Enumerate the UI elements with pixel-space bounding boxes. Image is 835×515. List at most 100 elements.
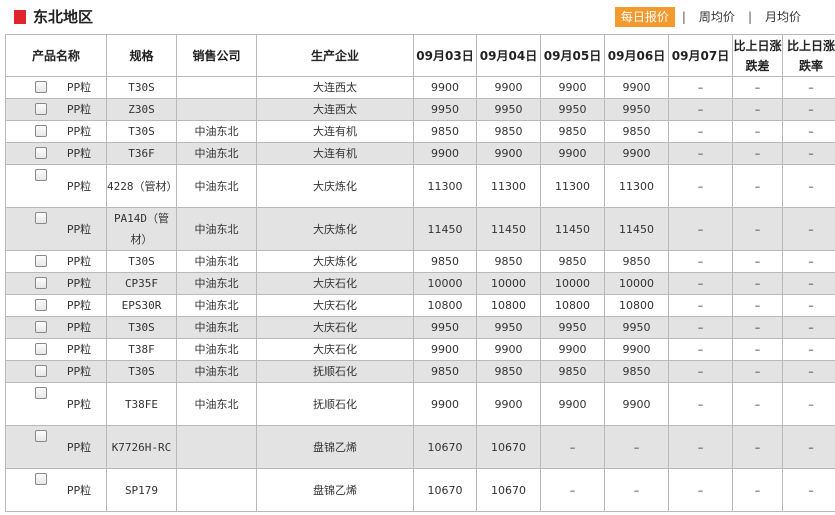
cell-spec: T30S — [106, 316, 177, 339]
row-checkbox[interactable] — [35, 343, 47, 355]
cell-price-0906: 9850 — [604, 360, 669, 383]
cell-price-0907: – — [668, 468, 733, 512]
cell-sales-company — [176, 425, 257, 469]
row-checkbox[interactable] — [35, 430, 47, 442]
row-checkbox[interactable] — [35, 103, 47, 115]
cell-change-diff: – — [732, 98, 783, 121]
cell-change-rate: – — [782, 316, 835, 339]
tab-monthly-average[interactable]: 月均价 — [759, 7, 807, 27]
cell-product: PP粒 — [5, 164, 107, 208]
row-checkbox[interactable] — [35, 147, 47, 159]
cell-producer: 盘锦乙烯 — [256, 468, 414, 512]
tab-daily-quote[interactable]: 每日报价 — [614, 7, 675, 27]
row-checkbox[interactable] — [35, 321, 47, 333]
cell-price-0907: – — [668, 76, 733, 99]
cell-price-0906: 9850 — [604, 120, 669, 143]
cell-change-diff: – — [732, 120, 783, 143]
product-name: PP粒 — [66, 179, 92, 193]
cell-price-0904: 11300 — [476, 164, 541, 208]
cell-product: PP粒 — [5, 316, 107, 339]
cell-price-0906: – — [604, 425, 669, 469]
cell-sales-company — [176, 468, 257, 512]
cell-price-0903: 9950 — [413, 316, 477, 339]
cell-sales-company: 中油东北 — [176, 250, 257, 273]
cell-change-rate: – — [782, 98, 835, 121]
cell-price-0907: – — [668, 98, 733, 121]
cell-sales-company: 中油东北 — [176, 142, 257, 165]
cell-price-0903: 10800 — [413, 294, 477, 317]
cell-price-0906: 10800 — [604, 294, 669, 317]
cell-price-0907: – — [668, 360, 733, 383]
header-spec: 规格 — [106, 34, 177, 77]
product-name: PP粒 — [66, 321, 92, 334]
table-body: PP粒 T30S 大连西太 9900 9900 9900 9900– – – PP粒 Z30S 大连西… — [5, 76, 835, 512]
region-header: 东北地区 每日报价 | 周均价 | 月均价 — [0, 0, 835, 34]
cell-price-0906: 11450 — [604, 207, 669, 251]
cell-producer: 大庆石化 — [256, 272, 414, 295]
row-checkbox[interactable] — [35, 212, 47, 224]
cell-change-diff: – — [732, 316, 783, 339]
cell-price-0907: – — [668, 120, 733, 143]
cell-change-diff: – — [732, 294, 783, 317]
cell-change-rate: – — [782, 425, 835, 469]
cell-price-0906: 10000 — [604, 272, 669, 295]
cell-price-0905: 9850 — [540, 250, 605, 273]
row-checkbox[interactable] — [35, 387, 47, 399]
cell-change-rate: – — [782, 120, 835, 143]
cell-price-0905: – — [540, 468, 605, 512]
cell-price-0904: 10670 — [476, 425, 541, 469]
product-name: PP粒 — [66, 103, 92, 116]
cell-sales-company: 中油东北 — [176, 164, 257, 208]
product-name: PP粒 — [66, 299, 92, 312]
header-date-0907: 09月07日 — [668, 34, 733, 77]
cell-change-diff: – — [732, 76, 783, 99]
cell-product: PP粒 — [5, 98, 107, 121]
table-row: PP粒 SP179 盘锦乙烯 10670 10670– – – – – — [5, 468, 835, 512]
table-row: PP粒 T36F 中油东北 大连有机 9900 9900 9900 9900– – – — [5, 142, 835, 165]
table-row: PP粒 PA14D（管材） 中油东北 大庆炼化 11450 11450 11450 11450… — [5, 207, 835, 251]
row-checkbox[interactable] — [35, 365, 47, 377]
cell-producer: 大连西太 — [256, 76, 414, 99]
red-square-icon — [14, 10, 26, 24]
table-row: PP粒 K7726H-RC 盘锦乙烯 10670 10670– – – – – — [5, 425, 835, 469]
cell-product: PP粒 — [5, 120, 107, 143]
row-checkbox[interactable] — [35, 277, 47, 289]
cell-sales-company: 中油东北 — [176, 272, 257, 295]
cell-price-0904: 10800 — [476, 294, 541, 317]
cell-price-0904: 9850 — [476, 360, 541, 383]
row-checkbox[interactable] — [35, 125, 47, 137]
cell-producer: 大庆石化 — [256, 338, 414, 361]
cell-change-diff: – — [732, 360, 783, 383]
row-checkbox[interactable] — [35, 255, 47, 267]
cell-price-0907: – — [668, 294, 733, 317]
table-row: PP粒 T30S 大连西太 9900 9900 9900 9900– – – — [5, 76, 835, 99]
cell-price-0904: 9900 — [476, 338, 541, 361]
cell-producer: 大庆炼化 — [256, 250, 414, 273]
cell-price-0904: 9900 — [476, 142, 541, 165]
cell-product: PP粒 — [5, 382, 107, 426]
cell-producer: 大庆石化 — [256, 294, 414, 317]
row-checkbox[interactable] — [35, 299, 47, 311]
cell-producer: 大庆石化 — [256, 316, 414, 339]
cell-change-rate: – — [782, 338, 835, 361]
row-checkbox[interactable] — [35, 81, 47, 93]
row-checkbox[interactable] — [35, 473, 47, 485]
cell-sales-company: 中油东北 — [176, 207, 257, 251]
cell-sales-company: 中油东北 — [176, 294, 257, 317]
cell-product: PP粒 — [5, 250, 107, 273]
cell-price-0905: – — [540, 425, 605, 469]
cell-price-0905: 11450 — [540, 207, 605, 251]
cell-price-0906: 9900 — [604, 338, 669, 361]
cell-change-rate: – — [782, 272, 835, 295]
cell-price-0903: 9850 — [413, 250, 477, 273]
cell-price-0907: – — [668, 382, 733, 426]
cell-price-0905: 9900 — [540, 76, 605, 99]
cell-spec: T30S — [106, 120, 177, 143]
cell-change-diff: – — [732, 164, 783, 208]
tab-weekly-average[interactable]: 周均价 — [693, 7, 741, 27]
cell-price-0903: 11450 — [413, 207, 477, 251]
cell-price-0906: 9850 — [604, 250, 669, 273]
cell-price-0903: 11300 — [413, 164, 477, 208]
cell-price-0903: 10670 — [413, 425, 477, 469]
row-checkbox[interactable] — [35, 169, 47, 181]
